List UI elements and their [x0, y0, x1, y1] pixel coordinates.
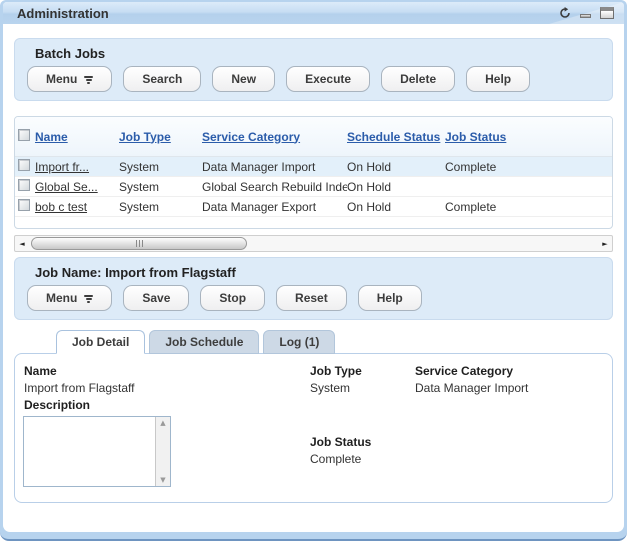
popup-refresh-icon[interactable]: [559, 7, 571, 19]
schedule-status-cell: On Hold: [347, 160, 445, 174]
job-menu-label: Menu: [46, 291, 77, 305]
scroll-right-icon[interactable]: ►: [598, 236, 612, 251]
batch-jobs-title: Batch Jobs: [35, 46, 600, 61]
job-detail-panel: Name Import from Flagstaff Description ▲…: [14, 353, 613, 503]
service-category-cell: Global Search Rebuild Index: [202, 180, 347, 194]
job-status-cell: Complete: [445, 160, 612, 174]
row-checkbox[interactable]: [18, 159, 30, 171]
service-category-label: Service Category: [415, 364, 513, 378]
window-body: Administration Batch Jobs Menu: [3, 2, 624, 532]
column-header-name[interactable]: Name: [35, 130, 119, 144]
job-status-label: Job Status: [310, 435, 371, 449]
scroll-left-icon[interactable]: ◄: [15, 236, 29, 251]
column-header-schedule-status[interactable]: Schedule Status: [347, 130, 445, 144]
table-filler: [15, 217, 612, 228]
job-menu-button[interactable]: Menu: [27, 285, 112, 311]
new-button[interactable]: New: [212, 66, 275, 92]
name-label: Name: [24, 364, 57, 378]
batch-menu-label: Menu: [46, 72, 77, 86]
job-type-label: Job Type: [310, 364, 362, 378]
job-name-link[interactable]: Global Se...: [35, 180, 98, 194]
menu-dropdown-icon: [84, 295, 93, 303]
menu-dropdown-icon: [84, 76, 93, 84]
service-category-value: Data Manager Import: [415, 381, 528, 395]
description-textarea[interactable]: ▲ ▼: [23, 416, 171, 487]
job-type-value: System: [310, 381, 350, 395]
description-label: Description: [24, 398, 90, 412]
batch-jobs-table: Name Job Type Service Category Schedule …: [14, 116, 613, 229]
content-area: Batch Jobs Menu Search New Execute Delet…: [3, 38, 624, 503]
table-row[interactable]: Import fr... System Data Manager Import …: [15, 157, 612, 177]
save-button[interactable]: Save: [123, 285, 189, 311]
maximize-icon[interactable]: [600, 7, 614, 19]
tab-job-detail[interactable]: Job Detail: [56, 330, 145, 354]
scroll-down-icon[interactable]: ▼: [160, 476, 165, 484]
reset-button[interactable]: Reset: [276, 285, 347, 311]
stop-button[interactable]: Stop: [200, 285, 265, 311]
batch-jobs-panel: Batch Jobs Menu Search New Execute Delet…: [14, 38, 613, 101]
job-status-cell: Complete: [445, 200, 612, 214]
minimize-icon[interactable]: [580, 8, 591, 18]
row-checkbox-cell: [15, 199, 35, 214]
execute-button[interactable]: Execute: [286, 66, 370, 92]
row-checkbox-cell: [15, 159, 35, 174]
table-row[interactable]: bob c test System Data Manager Export On…: [15, 197, 612, 217]
job-name-toolbar: Menu Save Stop Reset Help: [27, 285, 600, 311]
header-checkbox-cell: [15, 128, 35, 146]
service-category-cell: Data Manager Export: [202, 200, 347, 214]
job-type-cell: System: [119, 160, 202, 174]
row-checkbox-cell: [15, 179, 35, 194]
job-name-panel: Job Name: Import from Flagstaff Menu Sav…: [14, 257, 613, 320]
column-header-job-status[interactable]: Job Status: [445, 130, 612, 144]
column-header-job-type[interactable]: Job Type: [119, 130, 202, 144]
job-name-title: Job Name: Import from Flagstaff: [35, 265, 600, 280]
job-status-value: Complete: [310, 452, 361, 466]
job-type-cell: System: [119, 200, 202, 214]
scroll-up-icon[interactable]: ▲: [160, 419, 165, 427]
job-name-link[interactable]: bob c test: [35, 200, 87, 214]
batch-menu-button[interactable]: Menu: [27, 66, 112, 92]
help-button[interactable]: Help: [358, 285, 422, 311]
table-header-row: Name Job Type Service Category Schedule …: [15, 117, 612, 157]
search-button[interactable]: Search: [123, 66, 201, 92]
delete-button[interactable]: Delete: [381, 66, 455, 92]
row-checkbox[interactable]: [18, 179, 30, 191]
window-controls: [559, 7, 616, 19]
name-value: Import from Flagstaff: [24, 381, 134, 395]
schedule-status-cell: On Hold: [347, 180, 445, 194]
tab-job-schedule[interactable]: Job Schedule: [149, 330, 259, 354]
service-category-cell: Data Manager Import: [202, 160, 347, 174]
job-name-link[interactable]: Import fr...: [35, 160, 89, 174]
detail-tabs: Job Detail Job Schedule Log (1): [56, 330, 613, 353]
table-row[interactable]: Global Se... System Global Search Rebuil…: [15, 177, 612, 197]
administration-window: Administration Batch Jobs Menu: [0, 0, 627, 541]
window-title: Administration: [17, 6, 109, 21]
description-text[interactable]: [24, 417, 155, 486]
tab-log[interactable]: Log (1): [263, 330, 335, 354]
titlebar: Administration: [3, 2, 624, 24]
horizontal-scrollbar[interactable]: ◄ ►: [14, 235, 613, 252]
help-button[interactable]: Help: [466, 66, 530, 92]
scrollbar-thumb[interactable]: [31, 237, 247, 250]
row-checkbox[interactable]: [18, 199, 30, 211]
batch-jobs-toolbar: Menu Search New Execute Delete Help: [27, 66, 600, 92]
textarea-scrollbar[interactable]: ▲ ▼: [155, 417, 170, 486]
job-type-cell: System: [119, 180, 202, 194]
select-all-checkbox[interactable]: [18, 129, 30, 141]
schedule-status-cell: On Hold: [347, 200, 445, 214]
column-header-service-category[interactable]: Service Category: [202, 130, 347, 144]
